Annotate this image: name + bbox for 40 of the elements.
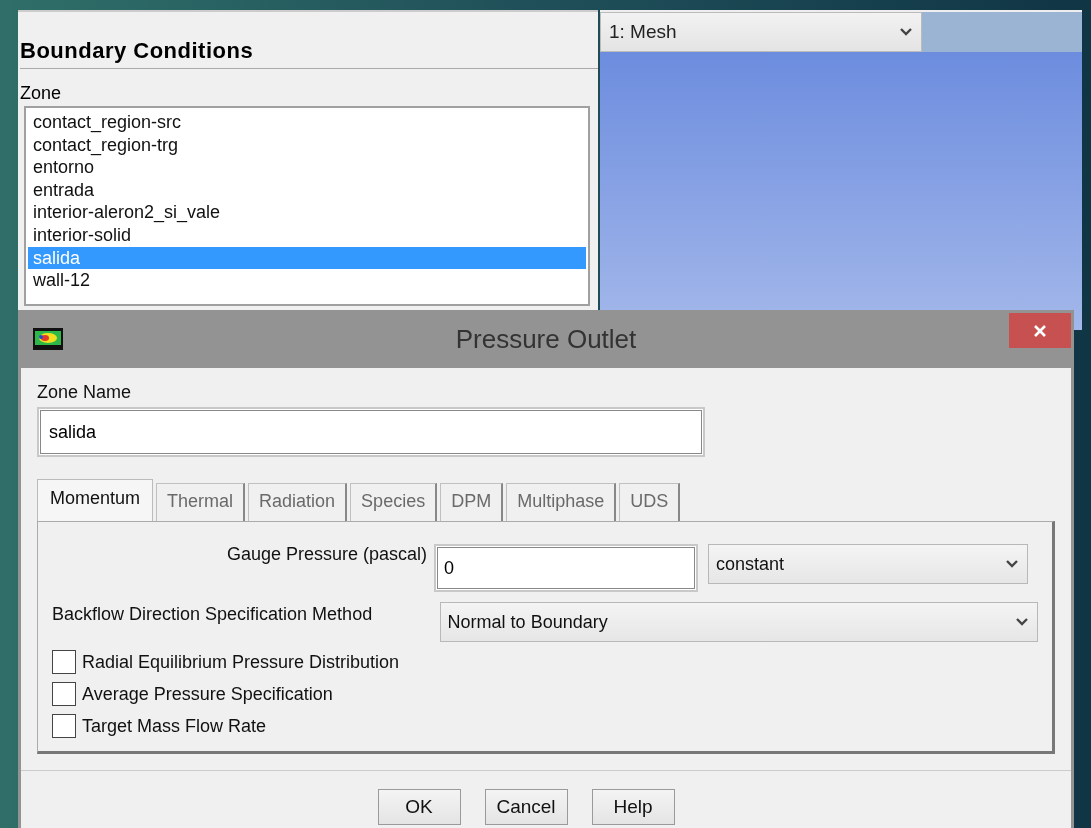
- zone-item[interactable]: wall-12: [28, 269, 586, 292]
- chevron-down-icon: [899, 27, 913, 37]
- zone-item[interactable]: contact_region-src: [28, 111, 586, 134]
- dialog-button[interactable]: Cancel: [484, 789, 568, 825]
- tab[interactable]: Species: [350, 483, 438, 521]
- zone-item[interactable]: contact_region-trg: [28, 133, 586, 157]
- gauge-pressure-label: Gauge Pressure (pascal): [225, 544, 428, 565]
- view-dropdown[interactable]: 1: Mesh: [600, 12, 922, 52]
- zone-item[interactable]: entorno: [28, 156, 586, 179]
- chevron-down-icon: [1015, 617, 1029, 627]
- close-button[interactable]: [1009, 313, 1071, 348]
- chevron-down-icon: [1005, 559, 1019, 569]
- checkbox[interactable]: [52, 714, 76, 738]
- checkbox-label: Target Mass Flow Rate: [82, 715, 267, 737]
- backflow-method-dropdown[interactable]: Normal to Boundary: [439, 602, 1038, 642]
- gauge-pressure-field[interactable]: 0: [434, 544, 698, 592]
- checkbox[interactable]: [52, 650, 76, 674]
- tab[interactable]: Thermal: [156, 483, 246, 521]
- tab[interactable]: Multiphase: [506, 483, 617, 521]
- profile-dropdown[interactable]: constant: [708, 544, 1028, 584]
- zone-item[interactable]: interior-solid: [28, 223, 586, 247]
- tab[interactable]: Radiation: [248, 483, 348, 521]
- dialog-button[interactable]: Help: [591, 789, 675, 825]
- checkbox-label: Radial Equilibrium Pressure Distribution: [82, 651, 400, 673]
- backflow-method-label: Backflow Direction Specification Method: [52, 604, 374, 625]
- app-icon: [33, 328, 63, 350]
- checkbox-label: Average Pressure Specification: [82, 683, 333, 705]
- close-icon: [1033, 323, 1047, 338]
- zone-item[interactable]: interior-aleron2_si_vale: [28, 201, 586, 224]
- zone-item[interactable]: entrada: [28, 178, 586, 202]
- tab[interactable]: DPM: [440, 483, 504, 521]
- dialog-button[interactable]: OK: [377, 789, 461, 825]
- tab[interactable]: UDS: [619, 483, 681, 521]
- zone-name-field[interactable]: salida: [37, 407, 705, 457]
- zone-label: Zone: [20, 83, 63, 104]
- tab[interactable]: Momentum: [37, 479, 154, 521]
- dialog-title: Pressure Outlet: [454, 324, 638, 355]
- checkbox[interactable]: [52, 682, 76, 706]
- panel-title: Boundary Conditions: [20, 12, 598, 69]
- zone-name-label: Zone Name: [37, 382, 133, 403]
